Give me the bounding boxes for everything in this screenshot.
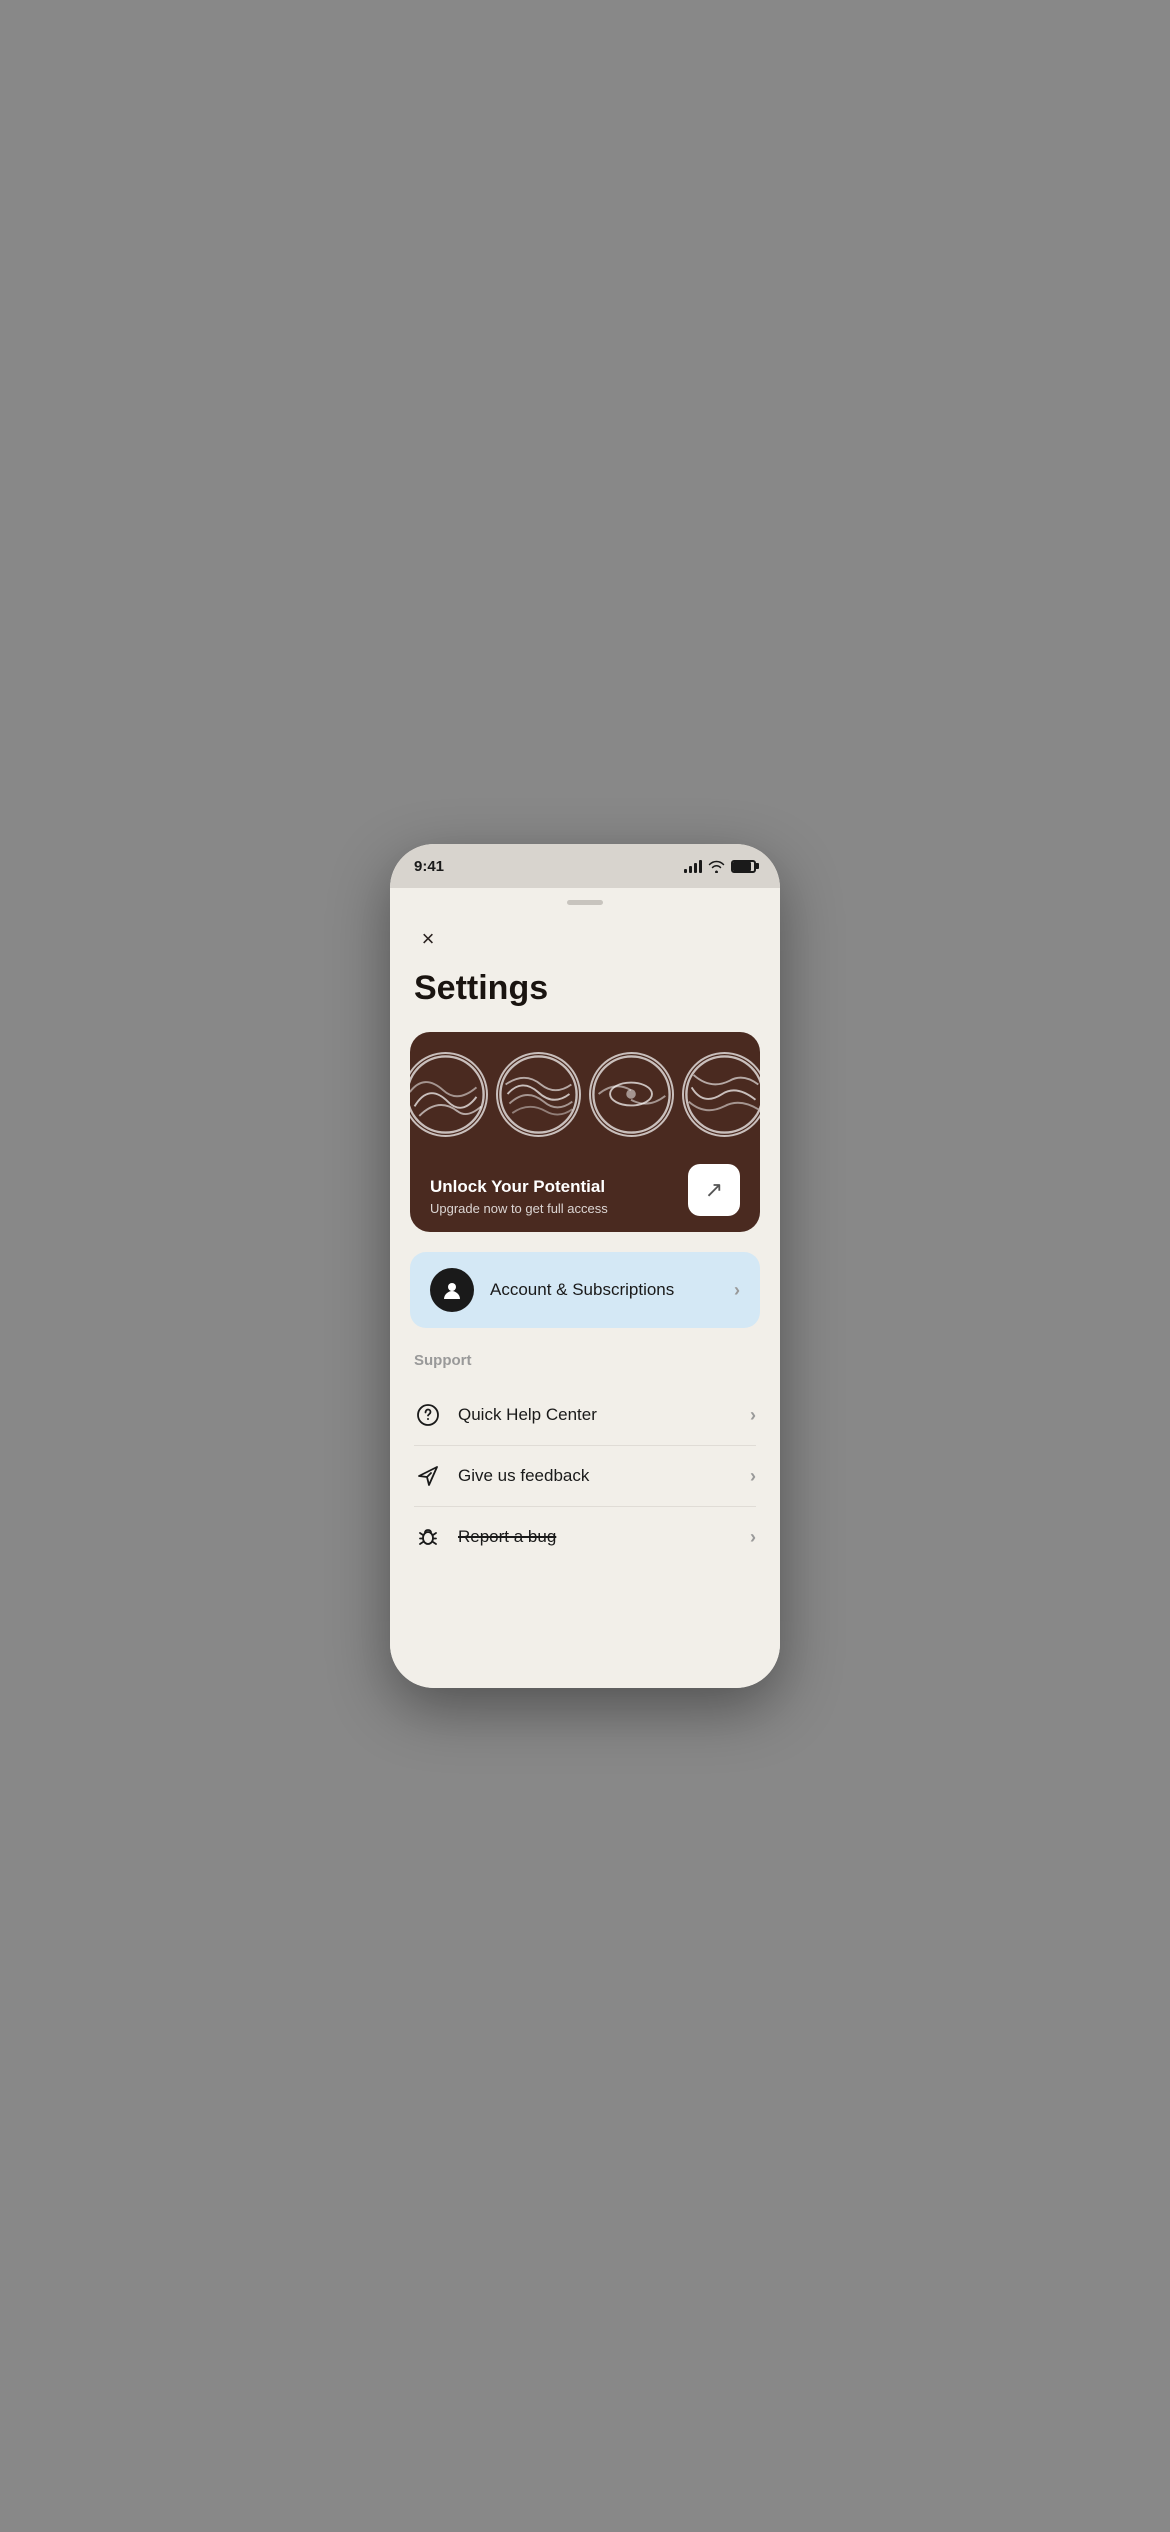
chevron-right-icon: › bbox=[734, 1280, 740, 1301]
marble-2 bbox=[496, 1052, 581, 1137]
account-icon bbox=[441, 1279, 463, 1301]
status-time: 9:41 bbox=[414, 858, 444, 875]
external-link-icon: ↗ bbox=[705, 1177, 723, 1203]
help-circle-icon bbox=[414, 1401, 442, 1429]
account-avatar bbox=[430, 1268, 474, 1312]
support-section: Support Quick Help Center › bbox=[390, 1352, 780, 1567]
marbles-container bbox=[410, 1032, 760, 1137]
feedback-row[interactable]: Give us feedback › bbox=[414, 1446, 756, 1507]
close-icon: × bbox=[422, 928, 435, 950]
feedback-label: Give us feedback bbox=[458, 1466, 750, 1486]
account-subscriptions-row[interactable]: Account & Subscriptions › bbox=[410, 1252, 760, 1328]
battery-icon bbox=[731, 860, 756, 873]
close-button[interactable]: × bbox=[410, 921, 446, 957]
signal-icon bbox=[684, 860, 702, 873]
marble-3 bbox=[589, 1052, 674, 1137]
report-bug-label: Report a bug bbox=[458, 1527, 750, 1547]
feedback-chevron: › bbox=[750, 1466, 756, 1487]
status-bar: 9:41 bbox=[390, 844, 780, 888]
quick-help-chevron: › bbox=[750, 1405, 756, 1426]
upgrade-card[interactable]: Unlock Your Potential Upgrade now to get… bbox=[410, 1032, 760, 1232]
account-section: Account & Subscriptions › bbox=[410, 1252, 760, 1328]
send-icon bbox=[414, 1462, 442, 1490]
card-content: Unlock Your Potential Upgrade now to get… bbox=[430, 1164, 740, 1216]
wifi-icon bbox=[708, 860, 725, 873]
report-bug-chevron: › bbox=[750, 1527, 756, 1548]
marble-1 bbox=[410, 1052, 488, 1137]
drag-handle[interactable] bbox=[567, 900, 603, 905]
account-label: Account & Subscriptions bbox=[490, 1280, 734, 1300]
report-bug-row[interactable]: Report a bug › bbox=[414, 1507, 756, 1567]
card-title: Unlock Your Potential bbox=[430, 1177, 608, 1197]
marble-4 bbox=[682, 1052, 760, 1137]
settings-sheet: × Settings bbox=[390, 888, 780, 1688]
status-icons bbox=[684, 860, 756, 873]
upgrade-arrow-button[interactable]: ↗ bbox=[688, 1164, 740, 1216]
phone-frame: 9:41 × Settings bbox=[390, 844, 780, 1688]
card-subtitle: Upgrade now to get full access bbox=[430, 1201, 608, 1216]
quick-help-label: Quick Help Center bbox=[458, 1405, 750, 1425]
bug-icon bbox=[414, 1523, 442, 1551]
page-title: Settings bbox=[390, 969, 780, 1032]
card-text-group: Unlock Your Potential Upgrade now to get… bbox=[430, 1177, 608, 1216]
support-section-header: Support bbox=[414, 1352, 756, 1369]
quick-help-row[interactable]: Quick Help Center › bbox=[414, 1385, 756, 1446]
